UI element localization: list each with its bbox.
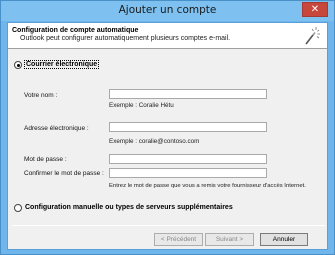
name-label: Votre nom : [24,92,58,99]
next-button[interactable]: Suivant > [205,233,254,246]
header-title: Configuration de compte automatique [12,27,139,34]
password-input[interactable] [109,154,267,164]
cancel-button[interactable]: Annuler [260,233,308,246]
title-bar[interactable]: Ajouter un compte ✕ [1,1,334,21]
name-hint: Exemple : Coralie Hétu [109,102,174,109]
email-account-label[interactable]: Courrier électronique [24,60,100,69]
footer-divider [12,225,325,226]
close-button[interactable]: ✕ [302,2,328,17]
header-subtitle: Outlook peut configurer automatiquement … [20,35,231,42]
password-hint: Entrez le mot de passe que vous a remis … [109,183,306,189]
email-label: Adresse électronique : [24,125,89,132]
dialog-body: Configuration de compte automatique Outl… [7,22,328,250]
name-input[interactable] [109,89,267,99]
email-hint: Exemple : coralie@contoso.com [109,138,200,145]
confirm-password-label: Confirmer le mot de passe : [24,170,104,177]
magic-wand-icon [305,27,320,45]
email-account-radio[interactable] [14,61,22,69]
manual-config-radio[interactable] [14,204,22,212]
dialog-header: Configuration de compte automatique Outl… [8,23,327,49]
window-title: Ajouter un compte [118,4,217,16]
add-account-window: Ajouter un compte ✕ Configuration de com… [0,0,335,255]
email-input[interactable] [109,122,267,132]
manual-config-label[interactable]: Configuration manuelle ou types de serve… [25,204,233,211]
back-button[interactable]: < Précédent [154,233,203,246]
confirm-password-input[interactable] [109,168,267,178]
password-label: Mot de passe : [24,156,67,163]
